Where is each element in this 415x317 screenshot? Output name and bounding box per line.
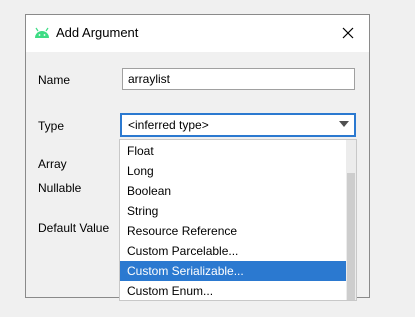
dropdown-item-string[interactable]: String [120, 201, 347, 221]
name-label: Name [38, 73, 71, 87]
dropdown-item-float[interactable]: Float [120, 141, 347, 161]
dropdown-item-custom-serializable[interactable]: Custom Serializable... [120, 261, 347, 281]
default-value-label: Default Value [38, 221, 110, 235]
type-select-value: <inferred type> [128, 118, 209, 132]
screen: Add Argument Name arraylist Type <inferr… [0, 0, 415, 317]
dropdown-item-custom-enum[interactable]: Custom Enum... [120, 281, 347, 300]
close-button[interactable] [329, 17, 367, 49]
type-select[interactable]: <inferred type> [120, 113, 356, 137]
android-icon [35, 27, 49, 38]
dropdown-item-boolean[interactable]: Boolean [120, 181, 347, 201]
dropdown-item-custom-parcelable[interactable]: Custom Parcelable... [120, 241, 347, 261]
scrollbar-thumb[interactable] [347, 173, 355, 300]
dropdown-item-resource-reference[interactable]: Resource Reference [120, 221, 347, 241]
title-bar: Add Argument [26, 15, 369, 52]
close-icon [342, 27, 354, 39]
type-label: Type [38, 119, 65, 133]
type-dropdown-list: Float Long Boolean String Resource Refer… [119, 139, 357, 301]
chevron-down-icon [339, 121, 349, 127]
name-field[interactable]: arraylist [122, 68, 355, 90]
array-label: Array [38, 157, 67, 171]
dropdown-item-long[interactable]: Long [120, 161, 347, 181]
nullable-label: Nullable [38, 181, 82, 195]
dropdown-scrollbar[interactable] [346, 140, 356, 300]
dialog-title: Add Argument [56, 25, 139, 40]
